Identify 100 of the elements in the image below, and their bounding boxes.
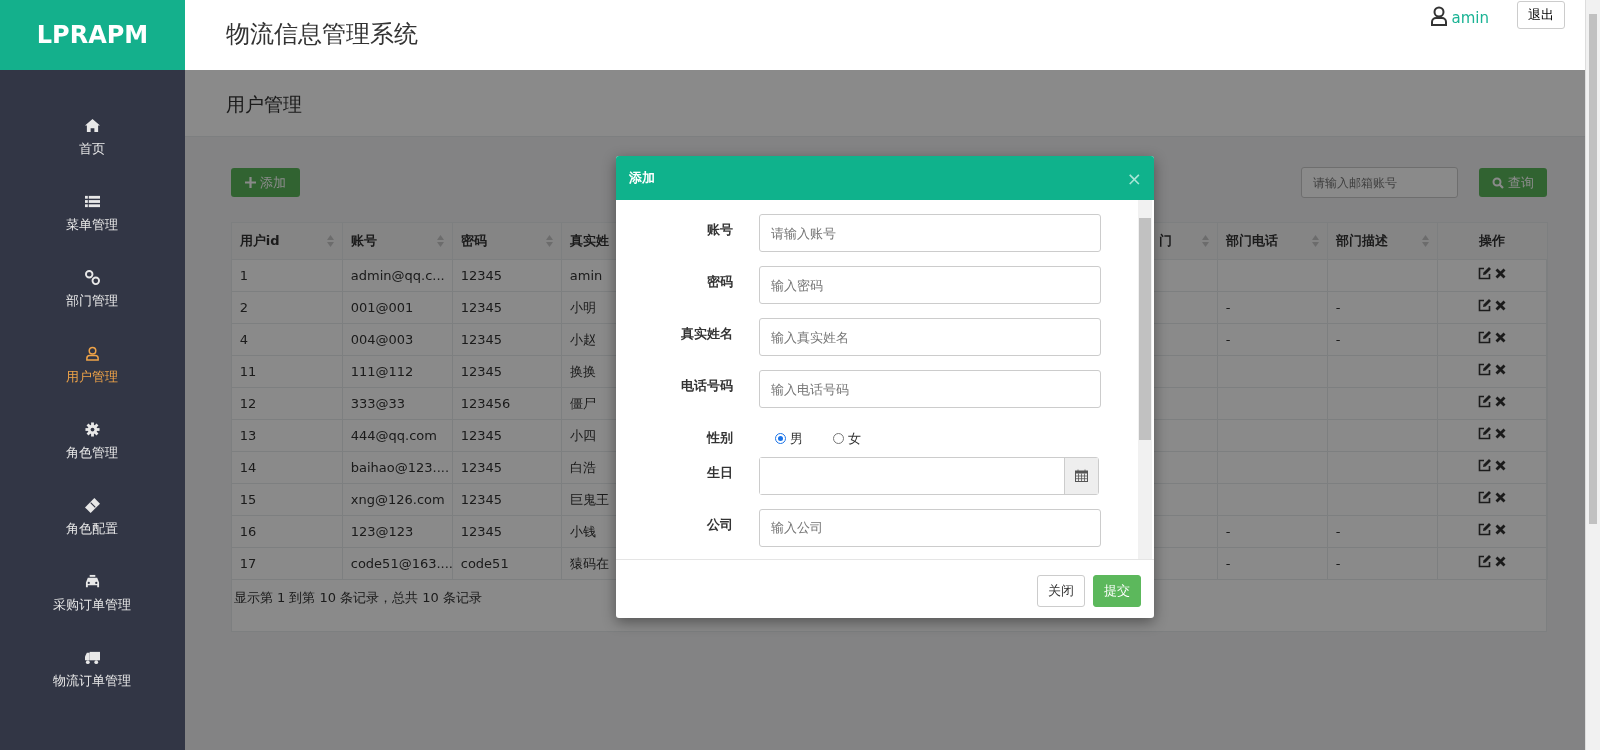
table-cell: -: [1327, 547, 1438, 580]
table-cell: 12: [231, 387, 343, 420]
column-header[interactable]: 密码: [452, 222, 562, 260]
column-header[interactable]: 账号: [342, 222, 453, 260]
edit-icon[interactable]: [1478, 426, 1492, 440]
table-cell: 123@123: [342, 515, 453, 548]
table-cell: 111@112: [342, 355, 453, 388]
edit-icon[interactable]: [1478, 490, 1492, 504]
input-field[interactable]: 请输入账号: [758, 214, 1101, 252]
field-label: 真实姓名: [679, 325, 733, 343]
page-title: 用户管理: [184, 70, 1585, 137]
table-cell: 16: [231, 515, 343, 548]
input-field[interactable]: 输入真实姓名: [758, 318, 1101, 356]
sort-icon: [1311, 235, 1319, 247]
sort-icon: [436, 235, 444, 247]
table-cell: 2: [231, 291, 343, 324]
sort-icon: [545, 235, 553, 247]
column-header[interactable]: 部门描述: [1327, 222, 1438, 260]
sort-icon: [1201, 235, 1209, 247]
delete-icon[interactable]: [1495, 299, 1507, 311]
edit-icon[interactable]: [1478, 362, 1492, 376]
search-icon: [1492, 176, 1504, 189]
edit-icon[interactable]: [1478, 522, 1492, 536]
page-scrollbar[interactable]: [1585, 0, 1600, 750]
delete-icon[interactable]: [1495, 331, 1507, 343]
input-field[interactable]: 输入电话号码: [758, 370, 1101, 408]
table-cell: 12345: [452, 259, 562, 292]
table-cell: code51: [452, 547, 562, 580]
table-cell: 12345: [452, 355, 562, 388]
table-cell: 15: [231, 483, 343, 516]
input-field[interactable]: 输入密码: [758, 266, 1101, 304]
edit-icon[interactable]: [1478, 330, 1492, 344]
delete-icon[interactable]: [1495, 427, 1507, 439]
delete-icon[interactable]: [1495, 491, 1507, 503]
search-field[interactable]: 请输入邮箱账号: [1301, 167, 1458, 198]
table-cell: 12345: [452, 451, 562, 484]
column-header[interactable]: 部门电话: [1217, 222, 1328, 260]
edit-icon[interactable]: [1478, 458, 1492, 472]
table-cell: xng@126.com: [342, 483, 453, 516]
user-icon: [84, 345, 100, 361]
edit-icon[interactable]: [1478, 554, 1492, 568]
plus-icon: [244, 177, 256, 188]
sidebar-item[interactable]: 角色配置: [0, 480, 185, 556]
sidebar-item[interactable]: 部门管理: [0, 252, 185, 328]
table-cell: 12345: [452, 323, 562, 356]
record-count: 显示第 1 到第 10 条记录，总共 10 条记录: [233, 590, 482, 605]
calendar-icon: [1074, 469, 1088, 482]
close-button[interactable]: 关闭: [1036, 575, 1085, 607]
delete-icon[interactable]: [1495, 267, 1507, 279]
table-cell: 004@003: [342, 323, 453, 356]
sidebar-item[interactable]: 用户管理: [0, 328, 185, 404]
sidebar-item[interactable]: 菜单管理: [0, 176, 185, 252]
list-icon: [84, 193, 100, 209]
field-label: 电话号码: [679, 377, 733, 395]
home-icon: [84, 117, 100, 133]
table-cell: baihao@123....: [342, 451, 453, 484]
table-cell: -: [1217, 547, 1328, 580]
edit-icon[interactable]: [1478, 394, 1492, 408]
table-cell: -: [1217, 291, 1328, 324]
ticket-icon: [84, 497, 100, 513]
edit-icon[interactable]: [1478, 298, 1492, 312]
delete-icon[interactable]: [1495, 363, 1507, 375]
column-header[interactable]: 用户id: [231, 222, 343, 260]
sidebar-item[interactable]: 物流订单管理: [0, 632, 185, 708]
table-cell: 12345: [452, 291, 562, 324]
sidebar-item[interactable]: 角色管理: [0, 404, 185, 480]
table-cell: 14: [231, 451, 343, 484]
field-label: 生日: [705, 463, 733, 482]
column-header: 操作: [1437, 222, 1548, 260]
table-cell: 1: [231, 259, 343, 292]
table-cell: -: [1217, 323, 1328, 356]
delete-icon[interactable]: [1495, 555, 1507, 567]
date-field[interactable]: [758, 456, 1099, 495]
delete-icon[interactable]: [1495, 459, 1507, 471]
sidebar-item[interactable]: 首页: [0, 100, 185, 176]
table-cell: 12345: [452, 419, 562, 452]
field-label: 账号: [705, 221, 733, 239]
field-label: 公司: [705, 515, 733, 534]
delete-icon[interactable]: [1495, 523, 1507, 535]
user-icon: [1429, 6, 1448, 26]
table-cell: -: [1327, 323, 1438, 356]
sort-icon: [326, 235, 334, 247]
input-field[interactable]: 输入公司: [758, 508, 1101, 547]
sidebar-item[interactable]: 采购订单管理: [0, 556, 185, 632]
scrollbar[interactable]: [1137, 200, 1152, 559]
table-cell: -: [1327, 515, 1438, 548]
logout-button[interactable]: 退出: [1517, 1, 1565, 29]
table-cell: -: [1217, 515, 1328, 548]
radio-option[interactable]: 女: [832, 429, 861, 449]
edit-icon[interactable]: [1478, 266, 1492, 280]
table-cell: 123456: [452, 387, 562, 420]
table-cell: 4: [231, 323, 343, 356]
table-cell: 444@qq.com: [342, 419, 453, 452]
table-cell: admin@qq.c...: [342, 259, 453, 292]
table-cell: 12345: [452, 483, 562, 516]
table-cell: 13: [231, 419, 343, 452]
radio-option[interactable]: 男: [758, 429, 803, 449]
table-cell: 11: [231, 355, 343, 388]
delete-icon[interactable]: [1495, 395, 1507, 407]
field-label: 密码: [705, 273, 733, 291]
